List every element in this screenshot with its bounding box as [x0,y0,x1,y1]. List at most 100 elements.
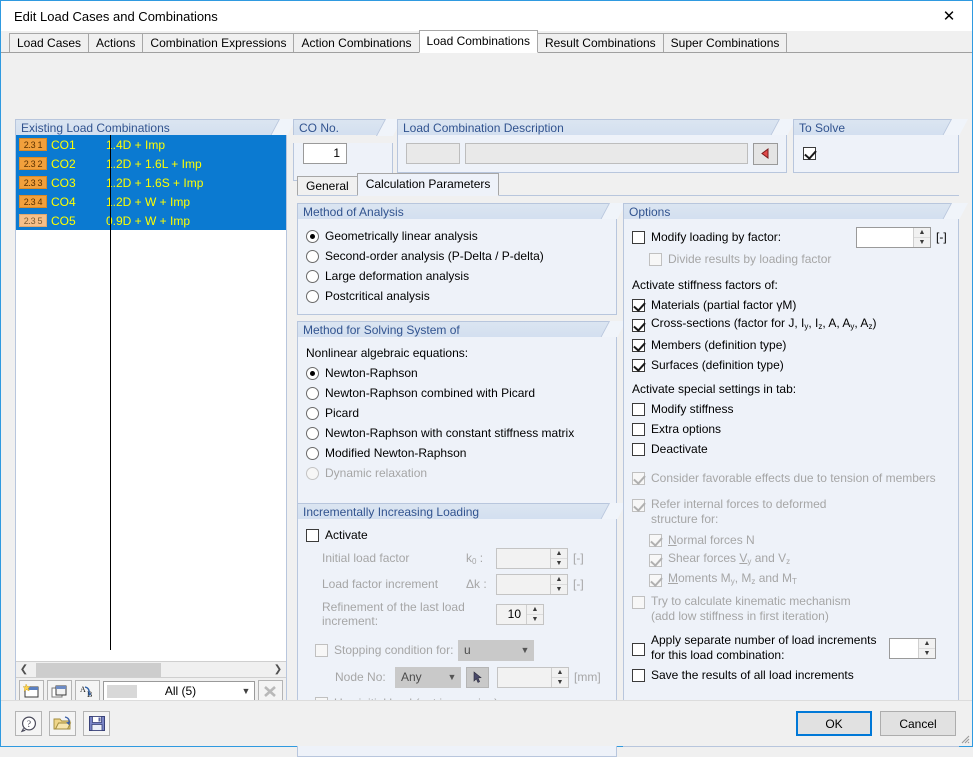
extra-options-checkbox[interactable] [632,423,645,436]
radio-newton-raphson-picard[interactable]: Newton-Raphson combined with Picard [306,383,616,403]
load-combination-list[interactable]: 2.3 1 CO1 1.4D + Imp 2.3 2 CO2 1.2D + 1.… [16,135,286,650]
subtab-calculation-parameters[interactable]: Calculation Parameters [357,173,500,196]
radio-picard[interactable]: Picard [306,403,616,423]
existing-load-combinations-body: 2.3 1 CO1 1.4D + Imp 2.3 2 CO2 1.2D + 1.… [15,135,287,705]
description-input[interactable] [465,143,748,164]
stopping-condition-checkbox[interactable] [315,644,328,657]
checkbox-normal-forces-row: Normal forces N [649,530,958,550]
checkbox-materials-row[interactable]: Materials (partial factor γM) [632,295,958,315]
node-no-select[interactable]: Any ▼ [395,667,461,688]
tab-super-combinations[interactable]: Super Combinations [663,33,788,52]
spinner-arrows-icon[interactable]: ▲▼ [918,639,935,658]
rename-load-combination-icon[interactable]: AB [75,680,100,702]
delete-load-combination-icon[interactable] [258,680,283,702]
open-folder-icon[interactable] [49,711,76,736]
table-row[interactable]: 2.3 5 CO5 0.9D + W + Imp [16,211,286,230]
spinner-arrows-icon[interactable]: ▲▼ [526,605,543,624]
chevron-down-icon[interactable]: ▼ [444,672,460,682]
stiffness-section-label: Activate stiffness factors of: [632,275,958,295]
save-results-checkbox[interactable] [632,669,645,682]
modify-stiffness-checkbox[interactable] [632,403,645,416]
help-icon[interactable]: ? [15,711,42,736]
chevron-down-icon[interactable]: ▼ [517,645,533,655]
tab-load-combinations[interactable]: Load Combinations [419,30,538,53]
cross-sections-checkbox[interactable] [632,319,645,332]
divide-results-label: Divide results by loading factor [668,253,831,266]
radio-geometrically-linear-analysis[interactable]: Geometrically linear analysis [306,226,616,246]
tab-load-cases[interactable]: Load Cases [9,33,89,52]
tab-actions[interactable]: Actions [88,33,143,52]
radio-large-deformation-analysis[interactable]: Large deformation analysis [306,266,616,286]
stopping-condition-select[interactable]: u ▼ [458,640,534,661]
row-badge: 2.3 5 [19,214,47,227]
checkbox-kinematic-mechanism-row[interactable]: Try to calculate kinematic mechanism(add… [632,594,958,624]
node-value-input[interactable]: ▲▼ [497,667,569,688]
initial-load-factor-symbol: k0 : [466,551,496,566]
red-left-arrow-icon[interactable] [753,143,778,165]
cancel-button[interactable]: Cancel [880,711,956,736]
resize-grip-icon[interactable] [958,732,970,744]
ok-button[interactable]: OK [796,711,872,736]
apply-increments-input[interactable]: ▲▼ [889,638,936,659]
activate-incremental-checkbox-row[interactable]: Activate [306,525,616,545]
modify-loading-checkbox[interactable] [632,231,645,244]
save-disk-icon[interactable] [83,711,110,736]
new-load-combination-icon[interactable] [19,680,44,702]
node-value-unit: [mm] [574,670,601,684]
close-icon[interactable]: ✕ [926,2,972,31]
checkbox-apply-increments-row[interactable]: Apply separate number of load increments… [632,633,958,663]
copy-load-combination-icon[interactable] [47,680,72,702]
chevron-down-icon[interactable]: ▼ [238,686,254,696]
materials-checkbox[interactable] [632,299,645,312]
scrollbar-thumb[interactable] [36,663,161,677]
table-row[interactable]: 2.3 2 CO2 1.2D + 1.6L + Imp [16,154,286,173]
radio-postcritical-analysis[interactable]: Postcritical analysis [306,286,616,306]
spinner-arrows-icon[interactable]: ▲▼ [550,549,567,568]
description-prefix-input[interactable] [406,143,460,164]
checkbox-save-results-row[interactable]: Save the results of all load increments [632,665,958,685]
checkbox-members-row[interactable]: Members (definition type) [632,335,958,355]
radio-newton-raphson[interactable]: Newton-Raphson [306,363,616,383]
kinematic-mechanism-checkbox[interactable] [632,596,645,609]
radio-newton-raphson-constant-stiffness[interactable]: Newton-Raphson with constant stiffness m… [306,423,616,443]
scrollbar-track[interactable] [32,662,270,678]
filter-combo[interactable]: All (5) ▼ [103,681,255,702]
checkbox-extra-options-row[interactable]: Extra options [632,419,958,439]
deactivate-checkbox[interactable] [632,443,645,456]
spinner-arrows-icon[interactable]: ▲▼ [550,575,567,594]
radio-second-order-analysis[interactable]: Second-order analysis (P-Delta / P-delta… [306,246,616,266]
radio-label: Second-order analysis (P-Delta / P-delta… [325,250,544,263]
load-factor-increment-input[interactable]: ▲▼ [496,574,568,595]
to-solve-checkbox[interactable] [803,147,816,160]
subtab-general[interactable]: General [297,176,358,195]
tab-combination-expressions[interactable]: Combination Expressions [142,33,294,52]
members-checkbox[interactable] [632,339,645,352]
checkbox-cross-sections-row[interactable]: Cross-sections (factor for J, Iy, Iz, A,… [632,315,958,335]
initial-load-factor-input[interactable]: ▲▼ [496,548,568,569]
chevron-left-icon[interactable]: ❮ [16,662,32,678]
options-body: Modify loading by factor: ▲▼ [-] Divide … [623,219,959,737]
refinement-input[interactable]: 10 ▲▼ [496,604,544,625]
pick-node-cursor-icon[interactable] [466,667,489,688]
chevron-right-icon[interactable]: ❯ [270,662,286,678]
checkbox-modify-stiffness-row[interactable]: Modify stiffness [632,399,958,419]
apply-increments-checkbox[interactable] [632,643,645,656]
nonlinear-equations-label: Nonlinear algebraic equations: [306,343,616,363]
checkbox-deactivate-row[interactable]: Deactivate [632,439,958,459]
radio-modified-newton-raphson[interactable]: Modified Newton-Raphson [306,443,616,463]
checkbox-surfaces-row[interactable]: Surfaces (definition type) [632,355,958,375]
table-row[interactable]: 2.3 1 CO1 1.4D + Imp [16,135,286,154]
table-row[interactable]: 2.3 3 CO3 1.2D + 1.6S + Imp [16,173,286,192]
spinner-arrows-icon[interactable]: ▲▼ [551,668,568,687]
co-no-input[interactable]: 1 [303,143,347,164]
spinner-arrows-icon[interactable]: ▲▼ [913,228,930,247]
table-row[interactable]: 2.3 4 CO4 1.2D + W + Imp [16,192,286,211]
modify-loading-input[interactable]: ▲▼ [856,227,931,248]
tab-result-combinations[interactable]: Result Combinations [537,33,664,52]
list-horizontal-scrollbar[interactable]: ❮ ❯ [16,661,286,677]
surfaces-checkbox[interactable] [632,359,645,372]
tab-action-combinations[interactable]: Action Combinations [293,33,419,52]
activate-incremental-checkbox[interactable] [306,529,319,542]
radio-label: Large deformation analysis [325,270,469,283]
shear-forces-label: Shear forces Vy and Vz [668,552,790,568]
